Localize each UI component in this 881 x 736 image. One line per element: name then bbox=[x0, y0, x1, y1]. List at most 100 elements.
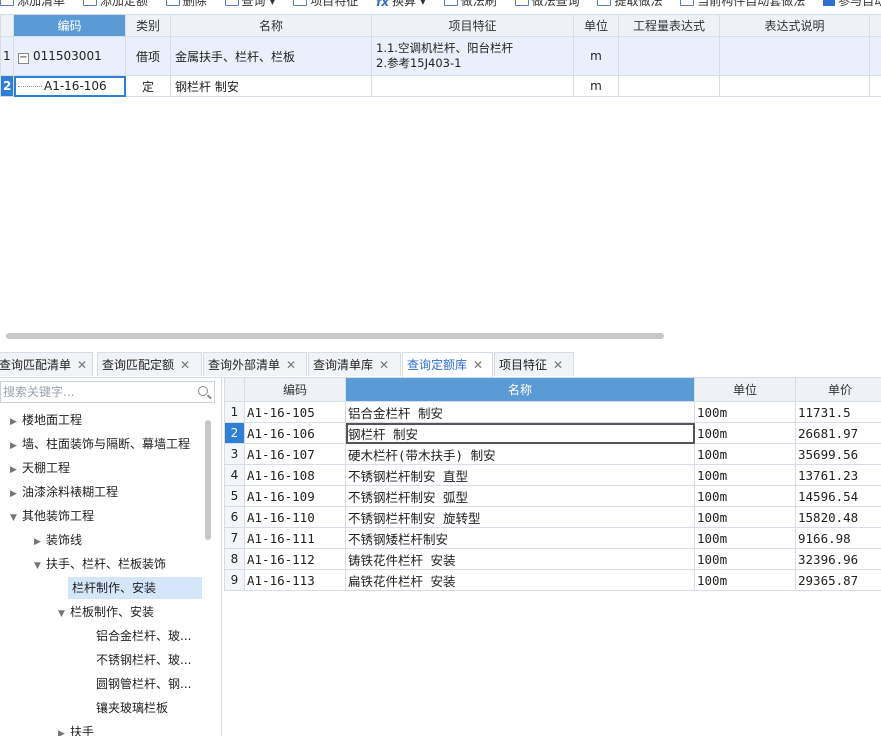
row-number[interactable]: 2 bbox=[224, 422, 245, 444]
row-number[interactable]: 8 bbox=[224, 548, 245, 570]
col-header-unit[interactable]: 单位 bbox=[573, 14, 619, 37]
row-number[interactable]: 1 bbox=[224, 401, 245, 423]
tree-scrollbar[interactable] bbox=[205, 420, 211, 540]
row-number[interactable]: 9 bbox=[224, 569, 245, 591]
price-cell[interactable]: 29365.87 bbox=[795, 569, 881, 591]
collapse-icon[interactable]: − bbox=[18, 52, 29, 64]
name-cell[interactable]: 钢栏杆 制安 bbox=[170, 75, 372, 97]
chevron-down-icon[interactable]: ▼ bbox=[34, 555, 46, 577]
type-cell[interactable]: 定 bbox=[125, 75, 171, 97]
tree-item[interactable]: ▶ 装饰线 bbox=[34, 529, 82, 551]
code-cell[interactable]: A1-16-111 bbox=[244, 527, 346, 549]
code-cell[interactable]: −011503001 bbox=[13, 36, 126, 76]
col-header-type[interactable]: 类别 bbox=[125, 14, 171, 37]
code-cell[interactable]: A1-16-113 bbox=[244, 569, 346, 591]
add-list-button[interactable]: 添加清单 bbox=[0, 0, 65, 8]
feature-cell[interactable] bbox=[371, 75, 574, 97]
join-auto-checkbox[interactable]: 参与自动套 bbox=[823, 0, 881, 8]
expr-cell[interactable] bbox=[618, 36, 720, 76]
tab-external-list[interactable]: 查询外部清单 ✕ bbox=[203, 352, 307, 376]
row-number[interactable]: 6 bbox=[224, 506, 245, 528]
delete-button[interactable]: 删除 bbox=[165, 0, 207, 8]
price-cell[interactable]: 13761.23 bbox=[795, 464, 881, 486]
col-header-desc[interactable]: 表达式说明 bbox=[719, 14, 870, 37]
name-cell[interactable]: 不锈钢栏杆制安 直型 bbox=[345, 464, 695, 486]
tree-item[interactable]: ▶ 天棚工程 bbox=[10, 457, 70, 479]
col-header-name[interactable]: 名称 bbox=[170, 14, 372, 37]
search-input[interactable] bbox=[1, 382, 188, 402]
extract-method-button[interactable]: 提取做法 bbox=[597, 0, 662, 8]
unit-cell[interactable]: 100m bbox=[694, 464, 796, 486]
code-cell[interactable]: A1-16-106 bbox=[13, 75, 126, 97]
close-icon[interactable]: ✕ bbox=[473, 358, 483, 372]
table-row[interactable]: 2 A1-16-106 钢栏杆 制安 100m 26681.97 bbox=[224, 422, 881, 444]
unit-cell[interactable]: m bbox=[573, 36, 619, 76]
close-icon[interactable]: ✕ bbox=[379, 358, 389, 372]
name-cell[interactable]: 硬木栏杆(带木扶手) 制安 bbox=[345, 443, 695, 465]
query-button[interactable]: 查询 ▾ bbox=[224, 0, 275, 8]
tree-item-selected[interactable]: 栏杆制作、安装 bbox=[68, 577, 202, 599]
price-cell[interactable]: 9166.98 bbox=[795, 527, 881, 549]
unit-cell[interactable]: 100m bbox=[694, 422, 796, 444]
tree-item[interactable]: 铝合金栏杆、玻... bbox=[96, 625, 191, 647]
tree-item[interactable]: ▼ 栏板制作、安装 bbox=[58, 601, 154, 623]
tab-quota-library[interactable]: 查询定额库 ✕ bbox=[402, 352, 493, 378]
name-cell[interactable]: 不锈钢矮栏杆制安 bbox=[345, 527, 695, 549]
col-header-code[interactable]: 编码 bbox=[13, 14, 126, 37]
unit-cell[interactable]: 100m bbox=[694, 443, 796, 465]
chevron-right-icon[interactable]: ▶ bbox=[10, 483, 22, 505]
table-row[interactable]: 6 A1-16-110 不锈钢栏杆制安 旋转型 100m 15820.48 bbox=[224, 506, 881, 528]
method-brush-button[interactable]: 做法刷 bbox=[443, 0, 497, 8]
unit-cell[interactable]: 100m bbox=[694, 401, 796, 423]
table-row[interactable]: 9 A1-16-113 扁铁花件栏杆 安装 100m 29365.87 bbox=[224, 569, 881, 591]
col-header-price[interactable]: 单价 bbox=[795, 377, 881, 402]
row-number[interactable]: 4 bbox=[224, 464, 245, 486]
chevron-right-icon[interactable]: ▶ bbox=[58, 723, 70, 736]
price-cell[interactable]: 15820.48 bbox=[795, 506, 881, 528]
price-cell[interactable]: 32396.96 bbox=[795, 548, 881, 570]
unit-cell[interactable]: 100m bbox=[694, 506, 796, 528]
name-cell[interactable]: 不锈钢栏杆制安 旋转型 bbox=[345, 506, 695, 528]
table-row[interactable]: 8 A1-16-112 铸铁花件栏杆 安装 100m 32396.96 bbox=[224, 548, 881, 570]
code-cell[interactable]: A1-16-109 bbox=[244, 485, 346, 507]
code-cell[interactable]: A1-16-107 bbox=[244, 443, 346, 465]
close-icon[interactable]: ✕ bbox=[180, 358, 190, 372]
code-cell[interactable]: A1-16-112 bbox=[244, 548, 346, 570]
table-row[interactable]: 1 −011503001 借项 金属扶手、栏杆、栏板 1.1.空调机栏杆、阳台栏… bbox=[0, 36, 881, 76]
close-icon[interactable]: ✕ bbox=[286, 358, 296, 372]
unit-cell[interactable]: 100m bbox=[694, 569, 796, 591]
table-row[interactable]: 2 A1-16-106 定 钢栏杆 制安 m bbox=[0, 75, 881, 97]
chevron-right-icon[interactable]: ▶ bbox=[10, 459, 22, 481]
row-number[interactable]: 3 bbox=[224, 443, 245, 465]
unit-cell[interactable]: 100m bbox=[694, 548, 796, 570]
table-row[interactable]: 5 A1-16-109 不锈钢栏杆制安 弧型 100m 14596.54 bbox=[224, 485, 881, 507]
search-icon[interactable] bbox=[198, 386, 208, 396]
name-cell[interactable]: 不锈钢栏杆制安 弧型 bbox=[345, 485, 695, 507]
convert-button[interactable]: fx 换算 ▾ bbox=[376, 0, 426, 8]
col-header-feature[interactable]: 项目特征 bbox=[371, 14, 574, 37]
table-row[interactable]: 1 A1-16-105 铝合金栏杆 制安 100m 11731.5 bbox=[224, 401, 881, 423]
price-cell[interactable]: 11731.5 bbox=[795, 401, 881, 423]
horizontal-scrollbar[interactable] bbox=[6, 333, 664, 339]
row-number[interactable]: 1 bbox=[0, 36, 14, 76]
code-cell[interactable]: A1-16-108 bbox=[244, 464, 346, 486]
tab-item-feature[interactable]: 项目特征 ✕ bbox=[494, 352, 574, 376]
name-cell[interactable]: 铸铁花件栏杆 安装 bbox=[345, 548, 695, 570]
pane-divider[interactable] bbox=[221, 378, 222, 736]
col-header-expr[interactable]: 工程量表达式 bbox=[618, 14, 720, 37]
unit-cell[interactable]: m bbox=[573, 75, 619, 97]
tree-item[interactable]: ▶ 墙、柱面装饰与隔断、幕墙工程 bbox=[10, 433, 190, 455]
name-cell[interactable]: 扁铁花件栏杆 安装 bbox=[345, 569, 695, 591]
tree-item[interactable]: ▼ 其他装饰工程 bbox=[10, 505, 94, 527]
close-icon[interactable]: ✕ bbox=[553, 358, 563, 372]
price-cell[interactable]: 14596.54 bbox=[795, 485, 881, 507]
chevron-right-icon[interactable]: ▶ bbox=[10, 435, 22, 457]
name-cell[interactable]: 铝合金栏杆 制安 bbox=[345, 401, 695, 423]
table-row[interactable]: 7 A1-16-111 不锈钢矮栏杆制安 100m 9166.98 bbox=[224, 527, 881, 549]
tree-item[interactable]: 镶夹玻璃栏板 bbox=[96, 697, 168, 719]
feature-cell[interactable]: 1.1.空调机栏杆、阳台栏杆 2.参考15J403-1 bbox=[371, 36, 574, 76]
col-header-unit[interactable]: 单位 bbox=[694, 377, 796, 402]
tab-match-quota[interactable]: 查询匹配定额 ✕ bbox=[97, 352, 202, 376]
code-cell[interactable]: A1-16-105 bbox=[244, 401, 346, 423]
row-number[interactable]: 2 bbox=[0, 75, 14, 97]
